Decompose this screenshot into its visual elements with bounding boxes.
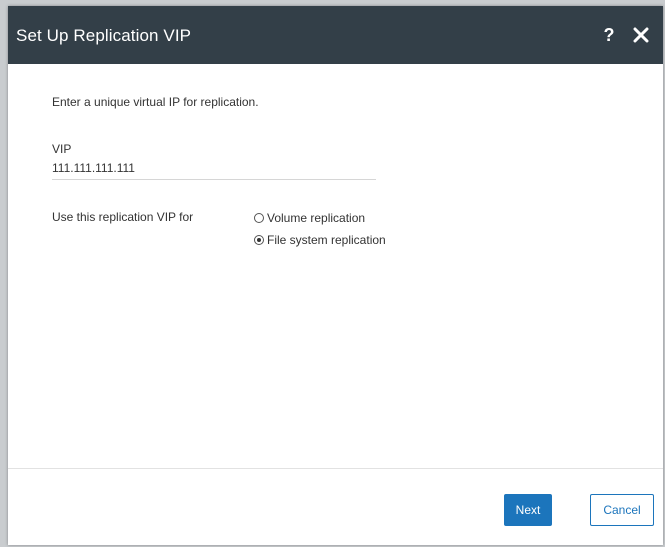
cancel-button[interactable]: Cancel: [590, 494, 654, 526]
use-for-label: Use this replication VIP for: [52, 210, 194, 224]
help-button[interactable]: ?: [600, 23, 618, 47]
dialog-titlebar: Set Up Replication VIP ?: [8, 6, 663, 64]
volume-replication-radio[interactable]: [254, 213, 264, 223]
replication-vip-dialog: Set Up Replication VIP ? Enter a unique …: [8, 6, 663, 545]
vip-input[interactable]: [52, 157, 376, 180]
intro-text: Enter a unique virtual IP for replicatio…: [52, 95, 259, 109]
file-system-replication-option[interactable]: File system replication: [254, 232, 386, 248]
file-system-replication-label: File system replication: [267, 233, 386, 247]
file-system-replication-radio[interactable]: [254, 235, 264, 245]
volume-replication-option[interactable]: Volume replication: [254, 210, 365, 226]
footer-divider: [8, 468, 663, 469]
volume-replication-label: Volume replication: [267, 211, 366, 225]
close-button[interactable]: [630, 24, 652, 46]
dialog-title: Set Up Replication VIP: [16, 26, 192, 45]
next-button[interactable]: Next: [504, 494, 552, 526]
close-icon: [633, 27, 649, 43]
vip-label: VIP: [52, 142, 72, 156]
